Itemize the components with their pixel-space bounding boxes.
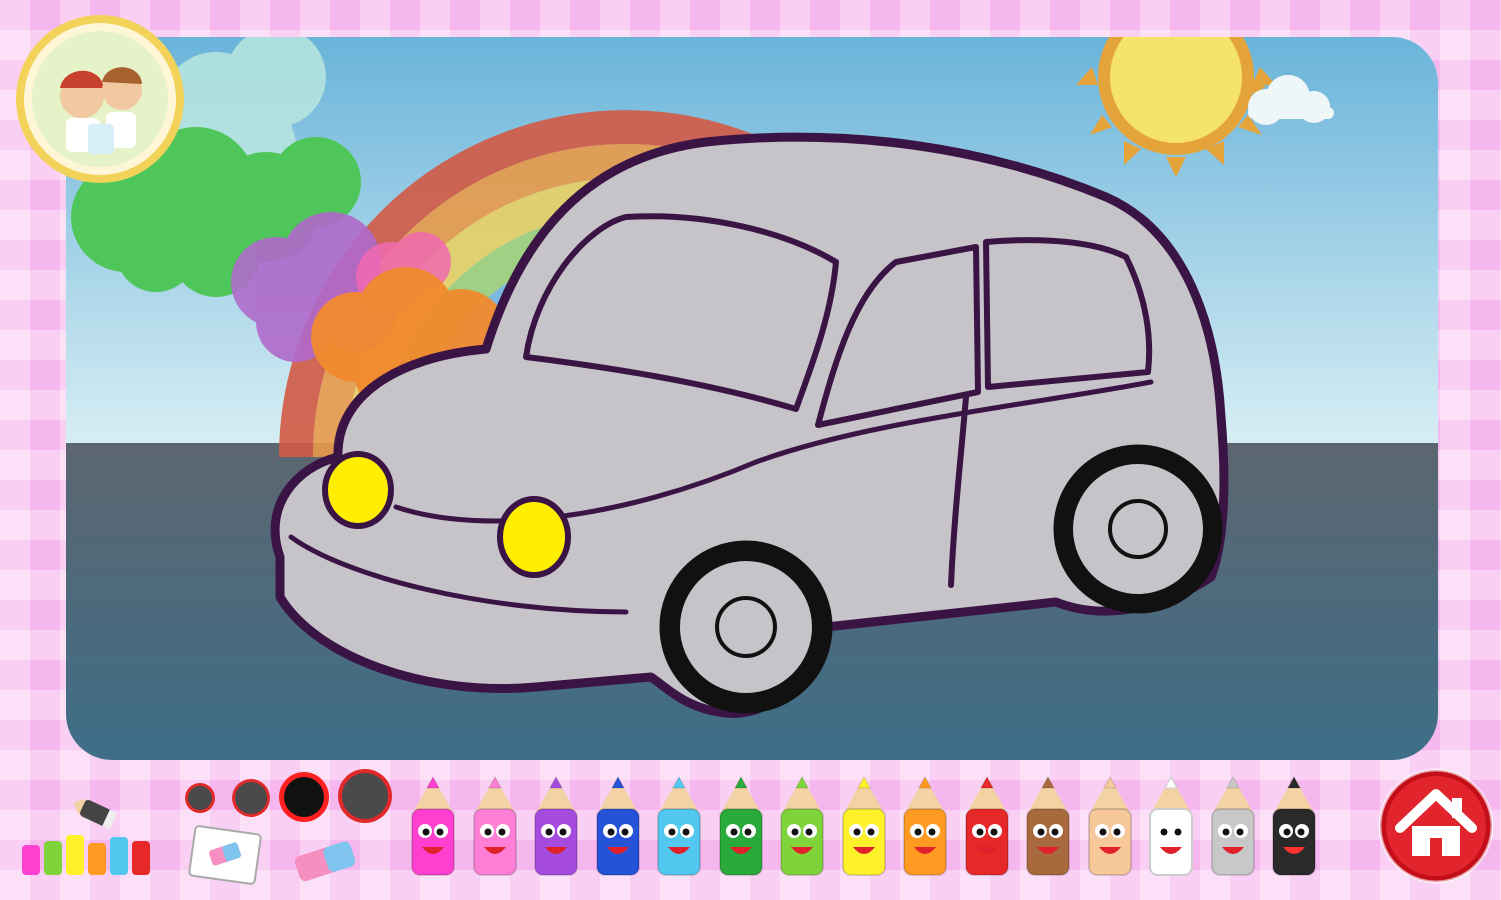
pencil-color-13[interactable] [1146,775,1196,880]
pencil-color-8[interactable] [839,775,889,880]
pencil-color-7[interactable] [777,775,827,880]
pencil-color-5[interactable] [654,775,704,880]
pencil-color-14[interactable] [1208,775,1258,880]
rear-wheel [1053,444,1223,614]
pencil-color-1[interactable] [408,775,458,880]
eraser-icon[interactable] [290,836,362,886]
pencil-color-3[interactable] [531,775,581,880]
kids-cartoon-logo-icon[interactable] [12,12,188,186]
pencil-color-2[interactable] [470,775,520,880]
pencil-color-11[interactable] [1023,775,1073,880]
brush-size-medium[interactable] [235,782,267,814]
drawing-canvas[interactable] [66,37,1438,760]
home-icon [1378,768,1494,884]
front-wheel [659,540,833,714]
pencil-color-15[interactable] [1269,775,1319,880]
pencil-color-12[interactable] [1085,775,1135,880]
pencil-color-9[interactable] [900,775,950,880]
home-button[interactable] [1378,768,1494,884]
pencil-color-4[interactable] [593,775,643,880]
brush-size-large[interactable] [284,777,324,817]
pencil-color-6[interactable] [716,775,766,880]
pencil-color-10[interactable] [962,775,1012,880]
clear-page-icon[interactable] [186,824,264,886]
pencil-box-icon[interactable] [18,795,168,885]
brush-size-xlarge[interactable] [342,773,388,819]
brush-size-small[interactable] [188,786,212,810]
